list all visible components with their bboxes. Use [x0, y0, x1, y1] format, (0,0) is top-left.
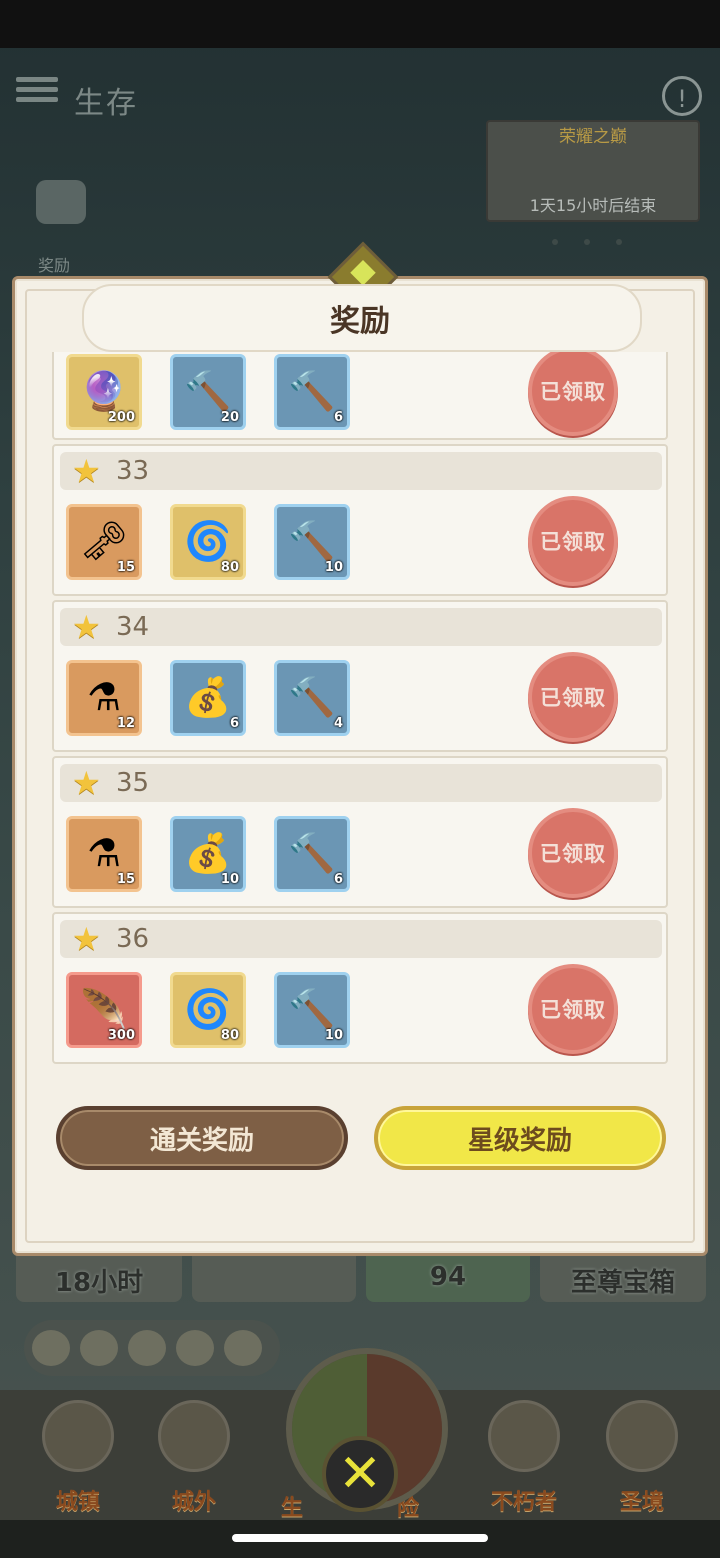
- hammer-icon: 🔨: [288, 368, 336, 413]
- star-icon: ★: [72, 764, 101, 802]
- star-requirement: 34: [116, 612, 150, 642]
- claimed-seal: 已领取: [532, 812, 614, 894]
- row-header: ★ 34: [60, 608, 662, 646]
- menu-icon[interactable]: [16, 72, 58, 108]
- row-header: ★ 35: [60, 764, 662, 802]
- bg-chip[interactable]: [128, 1330, 166, 1366]
- reward-item[interactable]: 🔮 200: [66, 354, 142, 430]
- claimed-label: 已领取: [540, 380, 606, 404]
- star-requirement: 36: [116, 924, 150, 954]
- castle-icon: [42, 1400, 114, 1472]
- reward-list[interactable]: 🔮 200 🔨 20 🔨 6 已领取 ★ 33 🗝 15 🌀 80 🔨 10 已领取 ★ 34 ⚗ 12 💰 6 🔨 4 已领取…: [52, 352, 668, 1078]
- knight-icon: [488, 1400, 560, 1472]
- reward-item[interactable]: 💰 6: [170, 660, 246, 736]
- item-count: 6: [333, 410, 343, 425]
- item-count: 10: [220, 872, 239, 887]
- star-requirement: 33: [116, 456, 150, 486]
- blue-pouch-icon: 💰: [184, 674, 232, 719]
- bg-chip[interactable]: [176, 1330, 214, 1366]
- event-banner[interactable]: 荣耀之巅 1天15小时后结束: [486, 120, 700, 222]
- item-count: 80: [220, 560, 239, 575]
- star-icon: ★: [72, 452, 101, 490]
- item-count: 200: [107, 410, 135, 425]
- reward-item[interactable]: 🌀 80: [170, 972, 246, 1048]
- nav-label: 圣境: [619, 1490, 664, 1515]
- item-count: 300: [107, 1028, 135, 1043]
- item-count: 6: [229, 716, 239, 731]
- claimed-seal: 已领取: [532, 352, 614, 432]
- close-button[interactable]: ✕: [322, 1436, 398, 1512]
- nav-label: 城镇: [55, 1490, 100, 1515]
- reward-item[interactable]: 🔨 10: [274, 504, 350, 580]
- nav-sanctum[interactable]: 圣境: [602, 1400, 682, 1516]
- reward-item[interactable]: 💰 10: [170, 816, 246, 892]
- reward-item[interactable]: 🔨 4: [274, 660, 350, 736]
- nav-label: 不朽者: [490, 1490, 557, 1515]
- reward-item[interactable]: 🪶 300: [66, 972, 142, 1048]
- hammer-icon: 🔨: [288, 674, 336, 719]
- nav-immortal[interactable]: 不朽者: [484, 1400, 564, 1516]
- reward-row: ★ 34 ⚗ 12 💰 6 🔨 4 已领取: [52, 600, 668, 752]
- claimed-label: 已领取: [540, 842, 606, 866]
- bg-card-level-text: 94: [429, 1262, 467, 1292]
- row-header: ★ 33: [60, 452, 662, 490]
- tab-clear-rewards[interactable]: 通关奖励: [56, 1106, 348, 1170]
- claimed-label: 已领取: [540, 686, 606, 710]
- item-count: 12: [116, 716, 135, 731]
- map-icon: [158, 1400, 230, 1472]
- close-icon: ✕: [338, 1444, 382, 1504]
- reward-item[interactable]: ⚗ 12: [66, 660, 142, 736]
- star-icon: ★: [72, 920, 101, 958]
- star-requirement: 35: [116, 768, 150, 798]
- event-timer: 1天15小时后结束: [529, 196, 657, 215]
- bg-chip[interactable]: [224, 1330, 262, 1366]
- item-count: 15: [116, 560, 135, 575]
- reward-item[interactable]: 🌀 80: [170, 504, 246, 580]
- bg-chip-tray: [24, 1320, 280, 1376]
- claimed-seal: 已领取: [532, 656, 614, 738]
- nav-outside[interactable]: 城外: [154, 1400, 234, 1516]
- item-count: 4: [333, 716, 343, 731]
- reward-row: ★ 33 🗝 15 🌀 80 🔨 10 已领取: [52, 444, 668, 596]
- tab-star-rewards[interactable]: 星级奖励: [374, 1106, 666, 1170]
- reward-item[interactable]: 🔨 20: [170, 354, 246, 430]
- nav-town[interactable]: 城镇: [38, 1400, 118, 1516]
- bg-chip[interactable]: [32, 1330, 70, 1366]
- claimed-label: 已领取: [540, 530, 606, 554]
- reward-item[interactable]: 🔨 6: [274, 354, 350, 430]
- reward-modal: 奖励 🔮 200 🔨 20 🔨 6 已领取 ★ 33 🗝 15 🌀 80 🔨 10 已领取 ★ 34 ⚗ 12 💰 6 🔨 4…: [12, 241, 708, 1256]
- item-count: 10: [324, 560, 343, 575]
- item-count: 80: [220, 1028, 239, 1043]
- status-bar: [0, 0, 720, 48]
- reward-row: ★ 36 🪶 300 🌀 80 🔨 10 已领取: [52, 912, 668, 1064]
- crown-icon: [606, 1400, 678, 1472]
- item-count: 6: [333, 872, 343, 887]
- reward-item[interactable]: 🔨 6: [274, 816, 350, 892]
- home-indicator[interactable]: [232, 1534, 488, 1542]
- bg-card-time-text: 18小时: [54, 1268, 144, 1298]
- page-title: 生存: [74, 86, 138, 121]
- info-icon[interactable]: !: [662, 76, 702, 116]
- hammer-icon: 🔨: [288, 830, 336, 875]
- claimed-label: 已领取: [540, 998, 606, 1022]
- bg-card-chest-text: 至尊宝箱: [570, 1268, 675, 1298]
- event-title: 荣耀之巅: [559, 127, 627, 147]
- nav-label: 城外: [171, 1490, 216, 1515]
- star-icon: ★: [72, 608, 101, 646]
- item-count: 15: [116, 872, 135, 887]
- reward-row: 🔮 200 🔨 20 🔨 6 已领取: [52, 352, 668, 440]
- reward-item[interactable]: 🔨 10: [274, 972, 350, 1048]
- bg-chip[interactable]: [80, 1330, 118, 1366]
- reward-row: ★ 35 ⚗ 15 💰 10 🔨 6 已领取: [52, 756, 668, 908]
- modal-title: 奖励: [330, 304, 390, 339]
- row-header: ★ 36: [60, 920, 662, 958]
- item-count: 20: [220, 410, 239, 425]
- claimed-seal: 已领取: [532, 500, 614, 582]
- claimed-seal: 已领取: [532, 968, 614, 1050]
- reward-item[interactable]: ⚗ 15: [66, 816, 142, 892]
- item-count: 10: [324, 1028, 343, 1043]
- carousel-dots: [552, 230, 648, 249]
- reward-item[interactable]: 🗝 15: [66, 504, 142, 580]
- reward-icon[interactable]: [36, 180, 86, 224]
